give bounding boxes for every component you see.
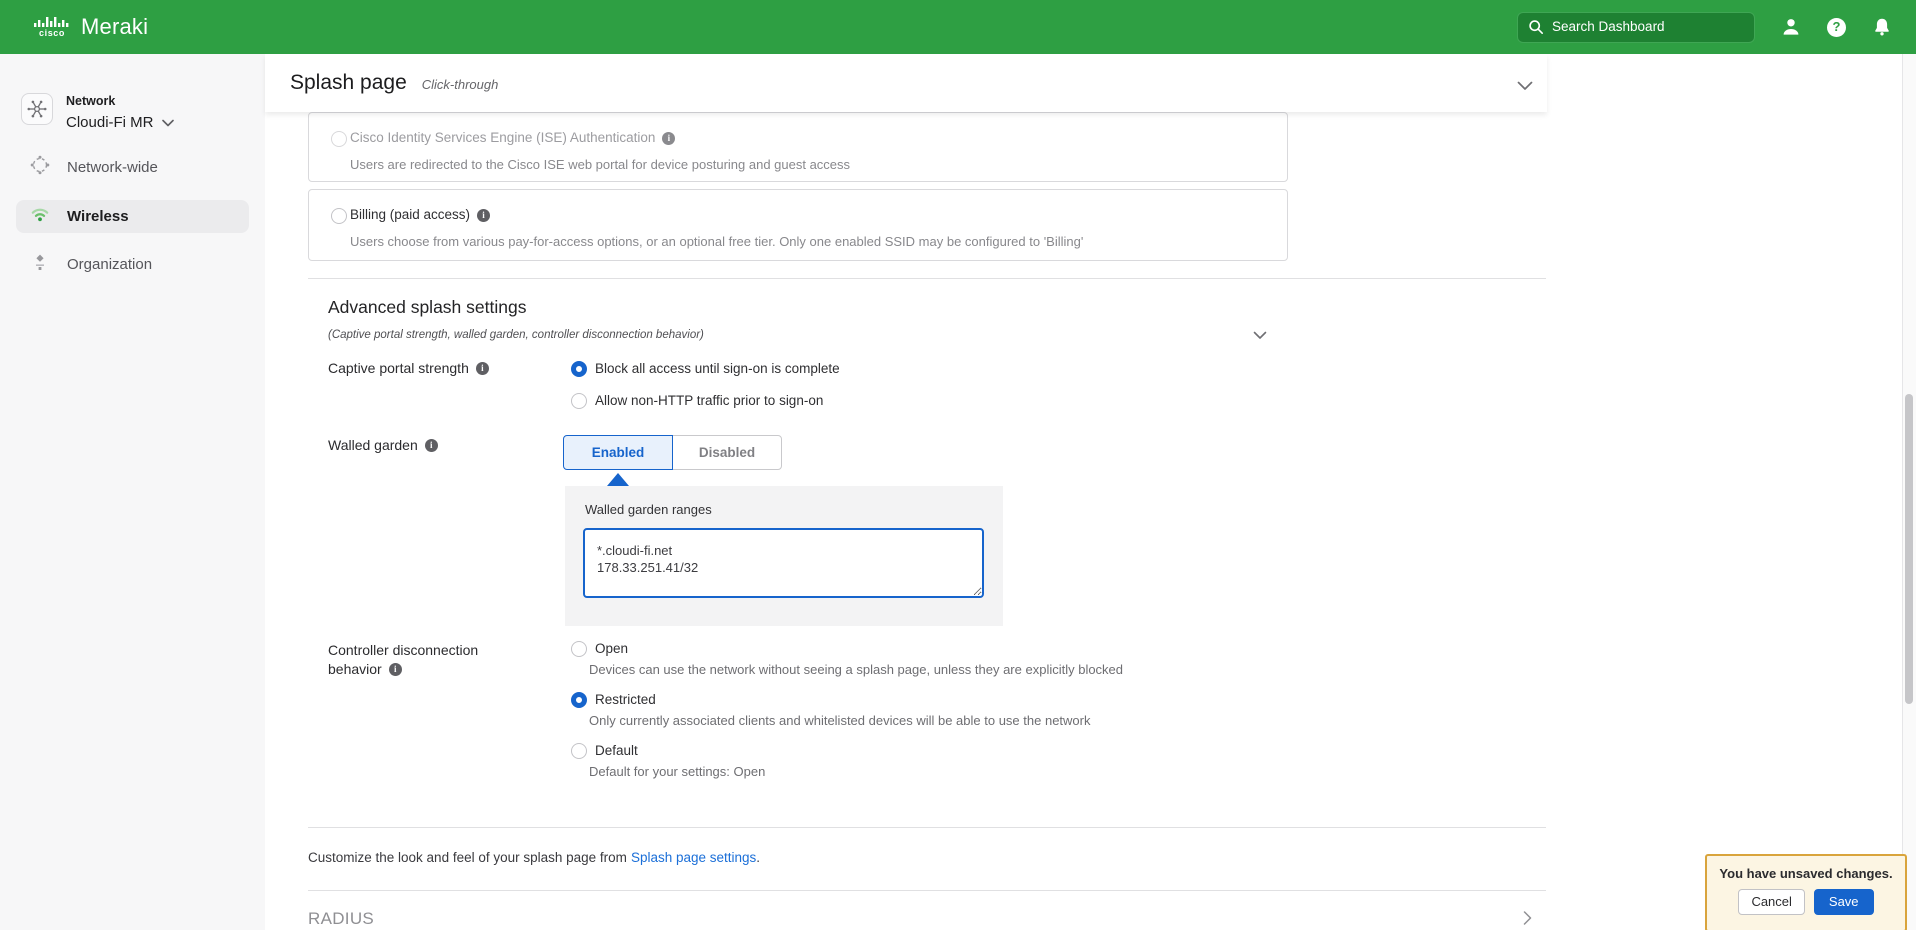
block-all-radio[interactable] xyxy=(571,361,587,377)
info-icon[interactable] xyxy=(389,663,402,676)
option-description: Only currently associated clients and wh… xyxy=(589,713,1090,729)
walled-garden-panel: Walled garden ranges *.cloudi-fi.net 178… xyxy=(565,486,1003,626)
info-icon[interactable] xyxy=(662,132,675,145)
option-billing[interactable]: Billing (paid access) Users choose from … xyxy=(308,189,1288,261)
topbar-actions: Search Dashboard xyxy=(1517,12,1892,43)
walled-garden-ranges-textarea[interactable]: *.cloudi-fi.net 178.33.251.41/32 xyxy=(583,528,984,598)
chevron-right-icon xyxy=(1523,911,1532,930)
meraki-dashboard: cisco Meraki Search Dashboard xyxy=(0,0,1916,930)
sidebar-item-wireless[interactable]: Wireless xyxy=(16,200,249,233)
walled-garden-toggle: Enabled Disabled xyxy=(563,435,782,470)
organization-icon xyxy=(30,252,50,277)
allow-non-http-radio[interactable] xyxy=(571,393,587,409)
bell-icon[interactable] xyxy=(1872,17,1892,37)
info-icon[interactable] xyxy=(425,439,438,452)
page-subtitle: Click-through xyxy=(422,74,499,93)
cisco-wordmark: cisco xyxy=(39,28,65,39)
network-name: Cloudi-Fi MR xyxy=(66,114,154,132)
advanced-settings-title: Advanced splash settings xyxy=(328,297,526,318)
network-label: Network xyxy=(66,94,174,109)
scrollbar-thumb[interactable] xyxy=(1905,394,1913,704)
advanced-settings-subtitle: (Captive portal strength, walled garden,… xyxy=(328,329,704,343)
scrollbar-track[interactable] xyxy=(1902,54,1916,930)
network-hub-icon xyxy=(21,93,53,125)
option-ise-authentication[interactable]: Cisco Identity Services Engine (ISE) Aut… xyxy=(308,112,1288,182)
controller-option-restricted[interactable]: Restricted xyxy=(571,692,656,708)
ise-radio[interactable] xyxy=(331,131,347,147)
option-label: Cisco Identity Services Engine (ISE) Aut… xyxy=(350,130,655,146)
save-button[interactable]: Save xyxy=(1814,889,1874,915)
captive-option-allow-non-http[interactable]: Allow non-HTTP traffic prior to sign-on xyxy=(571,393,823,409)
billing-radio[interactable] xyxy=(331,208,347,224)
cancel-button[interactable]: Cancel xyxy=(1738,889,1804,915)
network-selector[interactable]: Network Cloudi-Fi MR xyxy=(21,93,174,132)
option-description: Devices can use the network without seei… xyxy=(589,662,1123,678)
chevron-down-icon[interactable] xyxy=(1517,77,1533,96)
main-content: Splash page Click-through Cisco Identity… xyxy=(265,54,1916,930)
search-input[interactable]: Search Dashboard xyxy=(1517,12,1755,43)
controller-option-open[interactable]: Open xyxy=(571,641,628,657)
controller-disconnection-label: Controller disconnection behavior xyxy=(328,641,478,679)
chevron-down-icon xyxy=(162,113,174,132)
unsaved-changes-message: You have unsaved changes. xyxy=(1707,866,1905,882)
captive-portal-strength-label: Captive portal strength xyxy=(328,360,489,377)
topbar: cisco Meraki Search Dashboard xyxy=(0,0,1916,54)
walled-garden-label: Walled garden xyxy=(328,437,438,454)
divider xyxy=(308,278,1546,279)
radius-title: RADIUS xyxy=(308,909,374,928)
divider xyxy=(308,827,1546,828)
divider xyxy=(308,890,1546,891)
info-icon[interactable] xyxy=(476,362,489,375)
radius-section-header[interactable]: RADIUS xyxy=(308,909,1546,929)
sidebar-item-label: Wireless xyxy=(67,208,129,226)
sidebar-item-label: Organization xyxy=(67,256,152,274)
sidebar-item-label: Network-wide xyxy=(67,159,158,177)
brand-name: Meraki xyxy=(81,14,148,40)
page-header: Splash page Click-through xyxy=(265,54,1547,112)
option-description: Users choose from various pay-for-access… xyxy=(350,234,1083,250)
search-icon xyxy=(1528,19,1544,35)
network-wide-icon xyxy=(30,155,50,180)
walled-garden-disabled-button[interactable]: Disabled xyxy=(672,435,782,470)
unsaved-changes-popup: You have unsaved changes. Cancel Save xyxy=(1705,854,1907,930)
controller-option-default[interactable]: Default xyxy=(571,743,638,759)
search-placeholder: Search Dashboard xyxy=(1552,19,1665,35)
splash-page-settings-link[interactable]: Splash page settings xyxy=(631,850,756,865)
info-icon[interactable] xyxy=(477,209,490,222)
chevron-down-icon[interactable] xyxy=(1253,326,1267,345)
user-icon[interactable] xyxy=(1781,17,1801,37)
restricted-radio[interactable] xyxy=(571,692,587,708)
cisco-logo-icon: cisco xyxy=(34,15,70,39)
option-description: Default for your settings: Open xyxy=(589,764,765,780)
page-title: Splash page xyxy=(290,70,407,95)
option-description: Users are redirected to the Cisco ISE we… xyxy=(350,157,850,173)
default-radio[interactable] xyxy=(571,743,587,759)
wifi-icon xyxy=(30,204,50,229)
brand-logo[interactable]: cisco Meraki xyxy=(34,14,148,40)
sidebar: Network Cloudi-Fi MR Network-wide Wirele… xyxy=(0,54,265,930)
walled-garden-enabled-button[interactable]: Enabled xyxy=(563,435,673,470)
sidebar-item-organization[interactable]: Organization xyxy=(16,248,249,281)
open-radio[interactable] xyxy=(571,641,587,657)
help-icon[interactable] xyxy=(1827,18,1846,37)
sidebar-item-network-wide[interactable]: Network-wide xyxy=(16,151,249,184)
captive-option-block-all[interactable]: Block all access until sign-on is comple… xyxy=(571,361,840,377)
option-label: Billing (paid access) xyxy=(350,207,470,223)
customize-note: Customize the look and feel of your spla… xyxy=(308,850,760,866)
walled-garden-ranges-label: Walled garden ranges xyxy=(585,502,712,518)
splash-page-section: Splash page Click-through Cisco Identity… xyxy=(265,54,1547,930)
pointer-triangle xyxy=(607,473,629,486)
